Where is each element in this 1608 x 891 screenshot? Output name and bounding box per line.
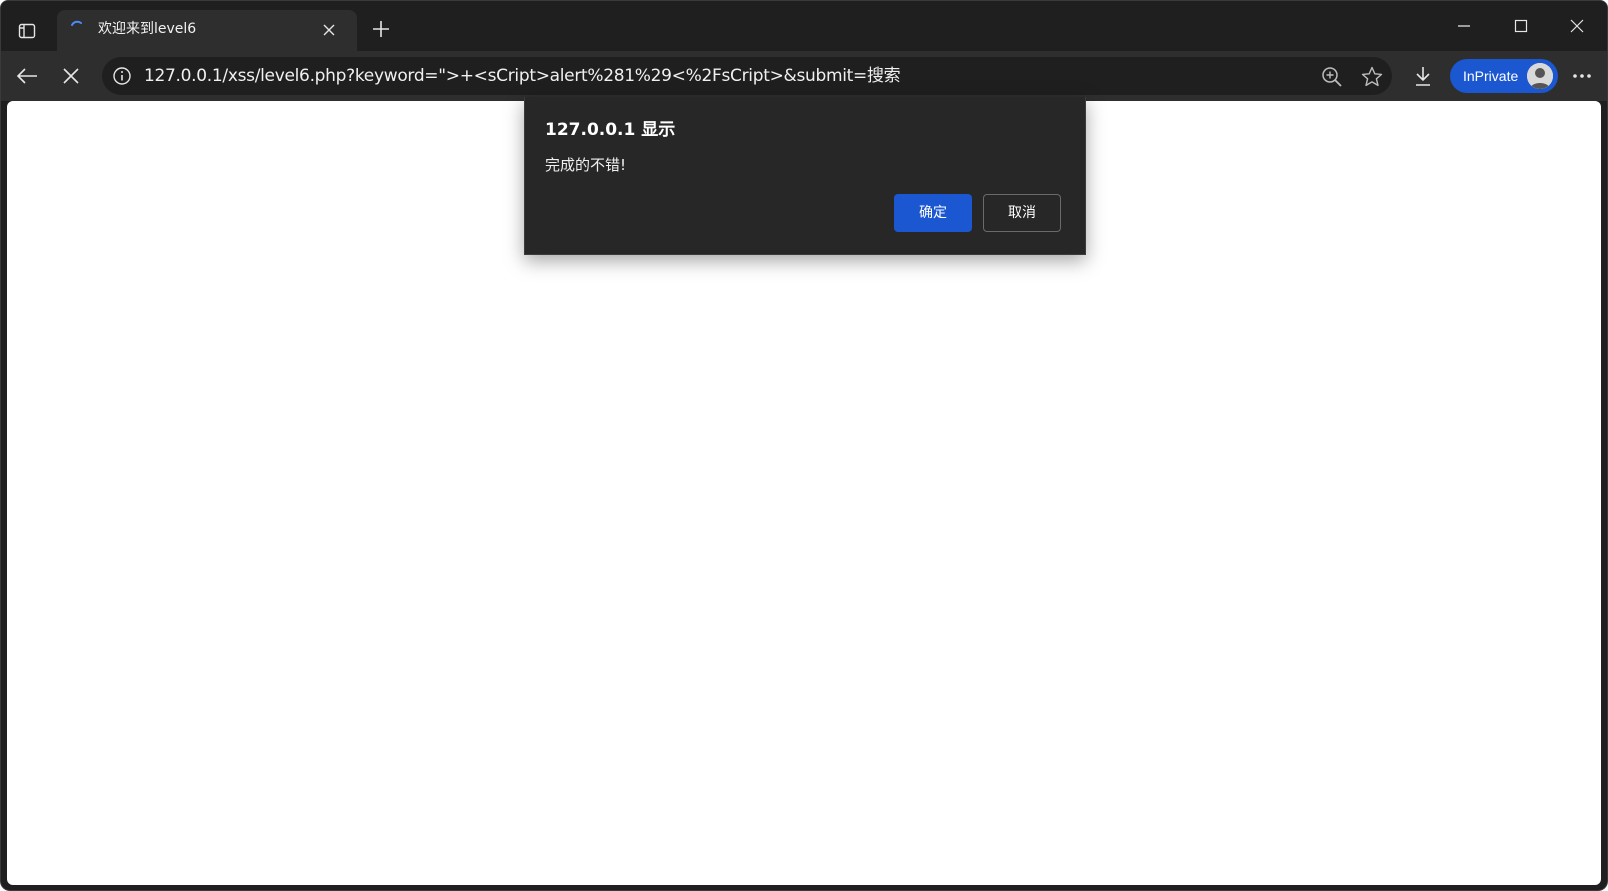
tab-active[interactable]: 欢迎来到level6 xyxy=(57,10,357,51)
maximize-icon[interactable] xyxy=(1498,9,1544,43)
toolbar: 127.0.0.1/xss/level6.php?keyword=">+<sCr… xyxy=(1,51,1607,101)
favorite-star-icon[interactable] xyxy=(1360,65,1384,89)
tab-strip: 欢迎来到level6 xyxy=(1,1,1607,51)
download-icon[interactable] xyxy=(1409,62,1437,90)
minimize-icon[interactable] xyxy=(1441,9,1487,43)
cancel-button[interactable]: 取消 xyxy=(983,194,1061,232)
more-options-icon[interactable] xyxy=(1567,63,1597,89)
dialog-title: 127.0.0.1 显示 xyxy=(545,120,676,140)
site-info-icon[interactable] xyxy=(112,66,132,86)
tab-close-icon[interactable] xyxy=(319,20,339,40)
loading-spinner-icon xyxy=(69,20,85,36)
stop-loading-icon[interactable] xyxy=(55,60,87,92)
inprivate-label: InPrivate xyxy=(1463,68,1519,84)
tab-title: 欢迎来到level6 xyxy=(98,21,197,37)
new-tab-icon[interactable] xyxy=(367,15,395,43)
back-arrow-icon[interactable] xyxy=(11,60,43,92)
zoom-icon[interactable] xyxy=(1320,65,1344,89)
browser-frame: 欢迎来到level6 127.0.0.1/xss/level6.php?keyw… xyxy=(0,0,1608,891)
address-bar[interactable]: 127.0.0.1/xss/level6.php?keyword=">+<sCr… xyxy=(102,57,1392,95)
browser-window: 欢迎来到level6 127.0.0.1/xss/level6.php?keyw… xyxy=(0,0,1608,891)
ok-button[interactable]: 确定 xyxy=(894,194,972,232)
window-close-icon[interactable] xyxy=(1554,9,1600,43)
tab-actions-icon[interactable] xyxy=(11,15,43,47)
avatar xyxy=(1527,63,1553,89)
inprivate-badge[interactable]: InPrivate xyxy=(1450,59,1558,93)
alert-dialog: 127.0.0.1 显示 完成的不错! 确定 取消 xyxy=(524,97,1086,255)
dialog-message: 完成的不错! xyxy=(545,156,627,174)
url-text[interactable]: 127.0.0.1/xss/level6.php?keyword=">+<sCr… xyxy=(144,66,901,86)
